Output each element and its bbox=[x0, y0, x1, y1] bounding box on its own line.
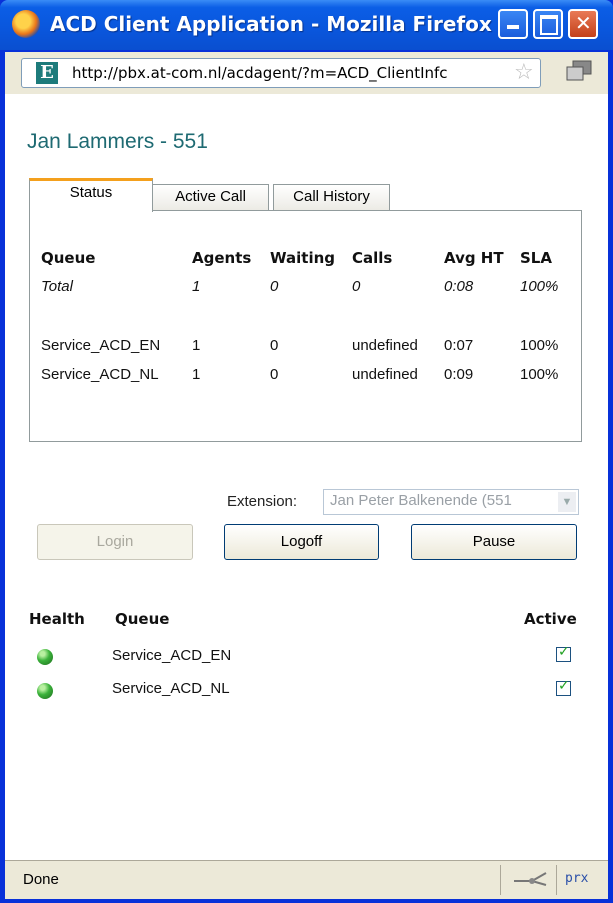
col-waiting: Waiting bbox=[270, 249, 336, 267]
table-row-waiting: 0 bbox=[270, 366, 279, 383]
firefox-logo-icon bbox=[12, 10, 40, 38]
network-icon bbox=[514, 872, 547, 886]
maximize-icon bbox=[540, 15, 558, 35]
table-row-calls: undefined bbox=[352, 337, 418, 354]
status-panel bbox=[29, 210, 582, 442]
queue-header: Queue bbox=[115, 610, 170, 628]
status-text: Done bbox=[23, 871, 59, 888]
tab-call-history[interactable]: Call History bbox=[273, 184, 390, 210]
col-queue: Queue bbox=[41, 249, 96, 267]
browser-window: ACD Client Application - Mozilla Firefox… bbox=[0, 0, 613, 903]
close-icon: ✕ bbox=[575, 11, 592, 35]
total-avg-ht: 0:08 bbox=[444, 278, 474, 295]
table-row-sla: 100% bbox=[520, 337, 559, 354]
page-content: Jan Lammers - 551 Status Active Call Cal… bbox=[5, 94, 608, 860]
total-queue: Total bbox=[41, 278, 73, 295]
page-title: Jan Lammers - 551 bbox=[27, 130, 208, 153]
col-avg-ht: Avg HT bbox=[444, 249, 504, 267]
extension-select[interactable]: Jan Peter Balkenende (551 ▼ bbox=[323, 489, 579, 515]
active-header: Active bbox=[524, 610, 577, 628]
window-title: ACD Client Application - Mozilla Firefox bbox=[50, 12, 492, 36]
table-row-avg-ht: 0:07 bbox=[444, 337, 474, 354]
table-row-sla: 100% bbox=[520, 366, 559, 383]
popout-icon[interactable] bbox=[565, 60, 593, 82]
total-waiting: 0 bbox=[270, 278, 279, 295]
bookmark-star-icon[interactable]: ☆ bbox=[514, 60, 534, 85]
col-agents: Agents bbox=[192, 249, 252, 267]
proxy-status[interactable]: prx bbox=[565, 871, 588, 886]
logoff-button[interactable]: Logoff bbox=[224, 524, 379, 560]
maximize-button[interactable] bbox=[533, 9, 563, 39]
tab-status[interactable]: Status bbox=[29, 178, 153, 212]
table-row-queue: Service_ACD_EN bbox=[41, 337, 161, 354]
table-row-agents: 1 bbox=[192, 366, 201, 383]
total-calls: 0 bbox=[352, 278, 361, 295]
health-ok-icon bbox=[37, 649, 53, 665]
address-bar[interactable]: E http://pbx.at-com.nl/acdagent/?m=ACD_C… bbox=[21, 58, 541, 88]
health-ok-icon bbox=[37, 683, 53, 699]
url-text[interactable]: http://pbx.at-com.nl/acdagent/?m=ACD_Cli… bbox=[72, 64, 492, 82]
site-favicon-icon: E bbox=[36, 62, 58, 84]
minimize-icon bbox=[507, 25, 519, 29]
table-row-queue: Service_ACD_NL bbox=[41, 366, 159, 383]
active-checkbox[interactable] bbox=[556, 644, 571, 662]
total-sla: 100% bbox=[520, 278, 559, 295]
pause-button[interactable]: Pause bbox=[411, 524, 577, 560]
extension-value: Jan Peter Balkenende (551 bbox=[330, 492, 512, 509]
table-row-agents: 1 bbox=[192, 337, 201, 354]
title-bar[interactable]: ACD Client Application - Mozilla Firefox… bbox=[0, 0, 613, 50]
list-item: Service_ACD_NL bbox=[112, 680, 230, 697]
chevron-down-icon[interactable]: ▼ bbox=[558, 492, 576, 512]
total-agents: 1 bbox=[192, 278, 201, 295]
table-row-calls: undefined bbox=[352, 366, 418, 383]
active-checkbox[interactable] bbox=[556, 678, 571, 696]
table-row-waiting: 0 bbox=[270, 337, 279, 354]
divider bbox=[500, 865, 501, 895]
col-sla: SLA bbox=[520, 249, 552, 267]
col-calls: Calls bbox=[352, 249, 393, 267]
close-button[interactable]: ✕ bbox=[568, 9, 598, 39]
table-row-avg-ht: 0:09 bbox=[444, 366, 474, 383]
login-button[interactable]: Login bbox=[37, 524, 193, 560]
minimize-button[interactable] bbox=[498, 9, 528, 39]
address-toolbar: E http://pbx.at-com.nl/acdagent/?m=ACD_C… bbox=[5, 52, 608, 94]
tab-active-call[interactable]: Active Call bbox=[152, 184, 269, 210]
extension-label: Extension: bbox=[227, 493, 298, 510]
status-bar: Done prx bbox=[5, 860, 608, 899]
list-item: Service_ACD_EN bbox=[112, 647, 232, 664]
health-header: Health bbox=[29, 610, 85, 628]
divider bbox=[556, 865, 557, 895]
